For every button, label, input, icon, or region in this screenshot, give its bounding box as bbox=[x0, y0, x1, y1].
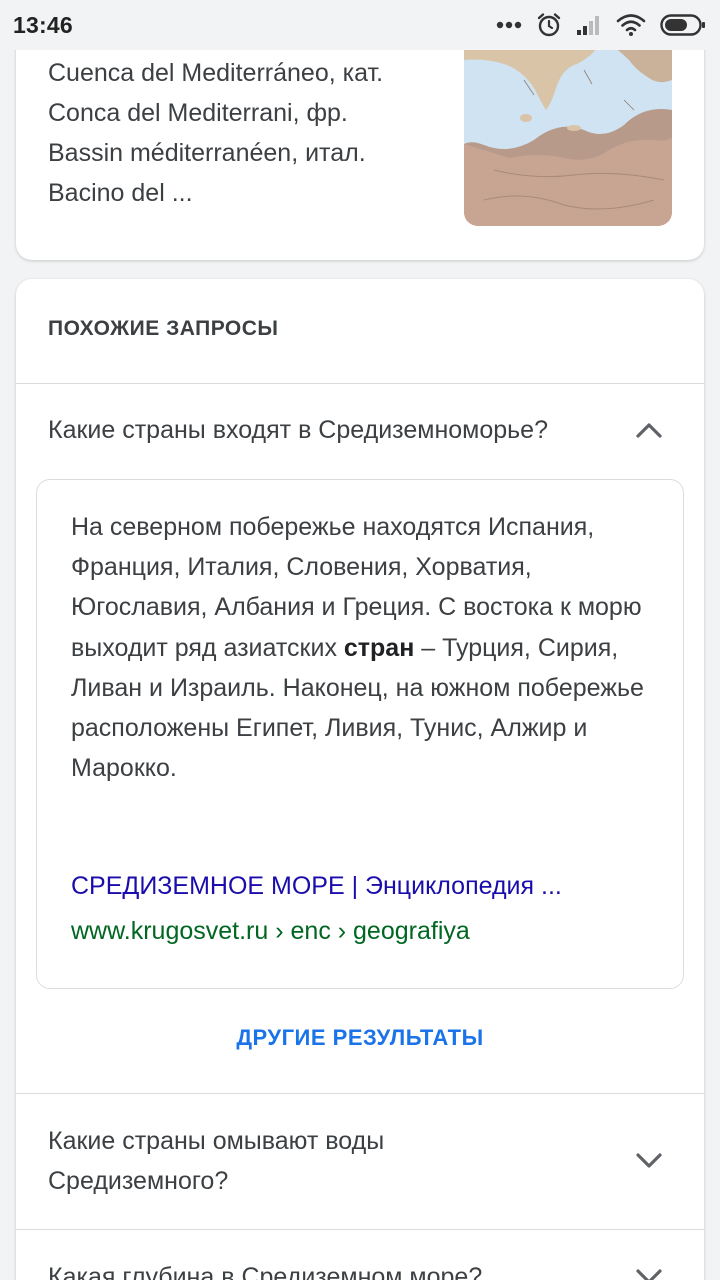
question-row[interactable]: Какая глубина в Средиземном море? bbox=[16, 1229, 704, 1280]
source-title-link[interactable]: СРЕДИЗЕМНОЕ МОРЕ | Энциклопедия ... bbox=[71, 872, 562, 901]
status-icons bbox=[496, 12, 706, 38]
related-header: ПОХОЖИЕ ЗАПРОСЫ bbox=[48, 317, 279, 340]
chevron-down-icon[interactable] bbox=[634, 1262, 664, 1280]
wifi-icon bbox=[616, 13, 646, 37]
question-row[interactable]: Какие страны омывают воды Средиземного? bbox=[16, 1093, 704, 1229]
snippet-line: Bacino del ... bbox=[48, 179, 193, 207]
question-line: Какие страны омывают воды bbox=[48, 1127, 385, 1155]
answer-bold-term: стран bbox=[343, 633, 415, 662]
snippet-text: Cuenca del Mediterráneo, кат. Conca del … bbox=[48, 53, 448, 213]
battery-icon bbox=[660, 13, 706, 37]
status-bar: 13:46 bbox=[0, 0, 720, 50]
alarm-icon bbox=[536, 12, 562, 38]
question-line: Средиземного? bbox=[48, 1167, 229, 1195]
more-results-button[interactable]: ДРУГИЕ РЕЗУЛЬТАТЫ bbox=[16, 1025, 704, 1051]
related-questions-card: ПОХОЖИЕ ЗАПРОСЫ Какие страны входят в Ср… bbox=[16, 279, 704, 1280]
more-dots-icon bbox=[496, 21, 522, 29]
answer-text: На северном побережье находятся Испания,… bbox=[71, 507, 661, 788]
question-row-expanded[interactable]: Какие страны входят в Средиземноморье? bbox=[16, 383, 704, 479]
status-time: 13:46 bbox=[13, 11, 73, 38]
source-url[interactable]: www.krugosvet.ru › enc › geografiya bbox=[71, 917, 470, 946]
question-text: Какие страны входят в Средиземноморье? bbox=[48, 416, 548, 444]
snippet-line: Cuenca del Mediterráneo, кат. bbox=[48, 59, 384, 87]
question-text: Какие страны омывают воды Средиземного? bbox=[48, 1121, 384, 1201]
answer-box: На северном побережье находятся Испания,… bbox=[36, 479, 684, 989]
snippet-line: Conca del Mediterrani, фр. bbox=[48, 99, 348, 127]
signal-icon bbox=[576, 14, 602, 36]
chevron-down-icon[interactable] bbox=[634, 1146, 664, 1176]
question-text: Какая глубина в Средиземном море? bbox=[48, 1263, 483, 1280]
map-thumbnail[interactable] bbox=[464, 40, 672, 226]
chevron-up-icon[interactable] bbox=[634, 415, 664, 445]
snippet-line: Bassin méditerranéen, итал. bbox=[48, 139, 366, 167]
